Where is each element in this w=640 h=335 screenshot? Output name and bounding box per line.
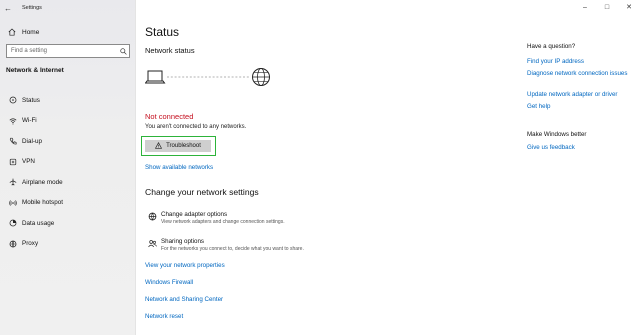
network-status-heading: Network status	[145, 46, 195, 55]
status-icon	[4, 96, 22, 104]
network-sharing-center-link[interactable]: Network and Sharing Center	[145, 296, 223, 303]
sidebar-item-label: Data usage	[22, 219, 55, 227]
main-content: Status Network status Not connected You …	[141, 0, 515, 335]
sidebar-item-label: Status	[22, 96, 40, 104]
section-label: Network & Internet	[6, 67, 64, 74]
proxy-icon	[4, 240, 22, 248]
give-feedback-link[interactable]: Give us feedback	[527, 144, 639, 153]
sidebar-item-label: Mobile hotspot	[22, 199, 63, 207]
sidebar-item-wifi[interactable]: Wi-Fi	[0, 111, 136, 132]
maximize-button[interactable]: □	[596, 0, 618, 14]
diagnose-connection-link[interactable]: Diagnose network connection issues	[527, 70, 639, 79]
not-connected-status: Not connected	[145, 112, 194, 121]
title-bar: ← Settings	[0, 0, 136, 16]
change-adapter-desc: View network adapters and change connect…	[161, 219, 285, 225]
sidebar: ← Settings Home Find a setting Network &…	[0, 0, 136, 335]
close-icon: ✕	[626, 4, 632, 11]
sidebar-item-hotspot[interactable]: Mobile hotspot	[0, 193, 136, 214]
sidebar-item-dialup[interactable]: Dial-up	[0, 131, 136, 152]
sharing-options-title: Sharing options	[161, 238, 204, 245]
globe-icon	[252, 68, 270, 86]
sidebar-item-label: Proxy	[22, 240, 39, 248]
dialup-icon	[4, 137, 22, 145]
change-adapter-title: Change adapter options	[161, 211, 228, 218]
not-connected-description: You aren't connected to any networks.	[145, 124, 247, 130]
page-title: Status	[145, 25, 180, 39]
troubleshoot-button[interactable]: Troubleshoot	[145, 140, 211, 152]
change-adapter-options[interactable]: Change adapter options View network adap…	[145, 211, 445, 225]
have-a-question-heading: Have a question?	[527, 43, 576, 50]
hotspot-icon	[4, 199, 22, 207]
troubleshoot-label: Troubleshoot	[166, 143, 201, 149]
minimize-button[interactable]: –	[574, 0, 596, 14]
adapter-icon	[145, 211, 159, 225]
close-button[interactable]: ✕	[618, 0, 640, 14]
warning-icon	[155, 141, 163, 151]
data-usage-icon	[4, 219, 22, 227]
windows-firewall-link[interactable]: Windows Firewall	[145, 279, 193, 286]
wifi-icon	[4, 117, 22, 125]
home-icon	[2, 28, 22, 36]
sidebar-item-airplane[interactable]: Airplane mode	[0, 172, 136, 193]
sidebar-item-label: Dial-up	[22, 137, 42, 145]
back-button[interactable]: ←	[0, 0, 16, 16]
maximize-icon: □	[604, 3, 610, 11]
back-arrow-icon: ←	[4, 3, 12, 13]
network-diagram-svg	[144, 68, 270, 86]
airplane-icon	[4, 178, 22, 186]
search-icon	[117, 47, 129, 55]
app-title: Settings	[22, 5, 42, 11]
sidebar-item-label: VPN	[22, 158, 35, 166]
find-ip-link[interactable]: Find your IP address	[527, 58, 639, 67]
minimize-icon: –	[583, 3, 587, 11]
network-diagram	[144, 66, 275, 92]
view-network-properties-link[interactable]: View your network properties	[145, 262, 225, 269]
sharing-icon	[145, 238, 159, 252]
network-reset-link[interactable]: Network reset	[145, 313, 183, 320]
sidebar-item-status[interactable]: Status	[0, 90, 136, 111]
sidebar-item-label: Wi-Fi	[22, 117, 37, 125]
search-placeholder: Find a setting	[11, 48, 48, 54]
change-settings-heading: Change your network settings	[145, 187, 259, 197]
window-controls: – □ ✕	[574, 0, 640, 14]
sidebar-item-data-usage[interactable]: Data usage	[0, 213, 136, 234]
sharing-options-desc: For the networks you connect to, decide …	[161, 246, 304, 252]
search-input[interactable]: Find a setting	[6, 44, 130, 58]
vpn-icon	[4, 158, 22, 166]
sidebar-item-proxy[interactable]: Proxy	[0, 234, 136, 255]
sidebar-item-vpn[interactable]: VPN	[0, 152, 136, 173]
nav-list: Status Wi-Fi Dial-up VPN Airplane mode M…	[0, 90, 136, 254]
show-available-networks-link[interactable]: Show available networks	[145, 164, 213, 171]
laptop-icon	[144, 70, 166, 84]
make-windows-better-heading: Make Windows better	[527, 131, 587, 138]
sharing-options[interactable]: Sharing options For the networks you con…	[145, 238, 445, 252]
get-help-link[interactable]: Get help	[527, 103, 639, 112]
sidebar-item-label: Airplane mode	[22, 178, 63, 186]
nav-home[interactable]: Home	[0, 26, 136, 38]
update-adapter-driver-link[interactable]: Update network adapter or driver	[527, 91, 639, 100]
nav-home-label: Home	[22, 28, 40, 36]
